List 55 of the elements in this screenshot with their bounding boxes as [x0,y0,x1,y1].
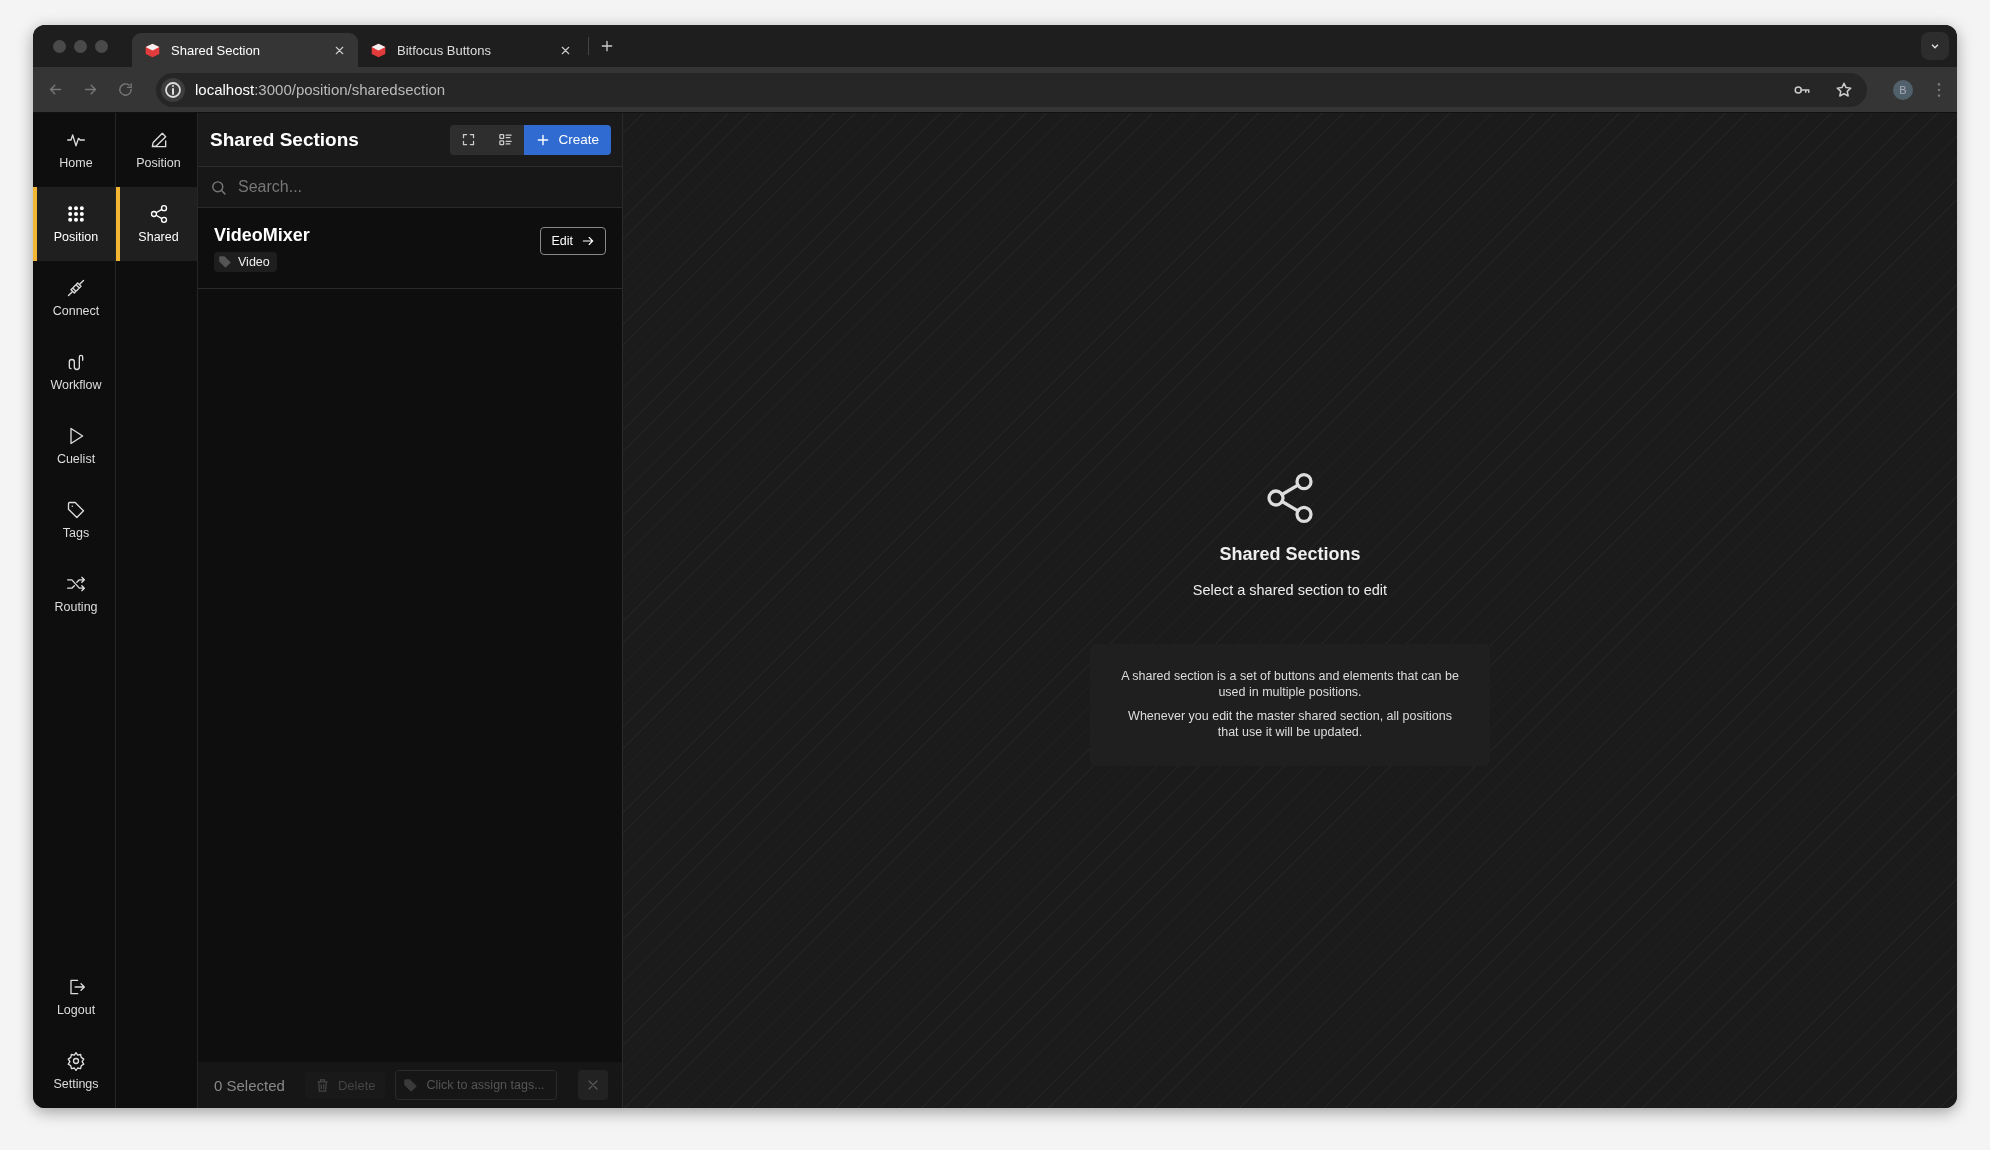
tag-icon [66,500,86,520]
info-text: Whenever you edit the master shared section, all positions that use it will be updated. [1127,707,1453,740]
fullscreen-icon [461,132,477,147]
list-view-button[interactable] [487,124,525,155]
nav-item[interactable]: Routing [33,557,115,631]
edit-button[interactable]: Edit [540,227,606,255]
browser-tab[interactable]: Shared Section [132,33,358,67]
fullscreen-button[interactable] [450,124,488,155]
create-button[interactable]: Create [524,124,611,155]
tag-field[interactable]: Click to assign tags... [395,1070,558,1100]
address-bar[interactable]: localhost:3000/position/sharedsection [156,72,1867,107]
nav-item[interactable]: Cuelist [33,409,115,483]
window-control[interactable] [53,39,66,53]
tab-search-button[interactable] [1921,32,1949,60]
info-text: A shared section is a set of buttons and elements that can be used in multiple positions. [1120,667,1460,700]
workflow-icon [66,352,86,372]
nav-item[interactable]: Settings [33,1034,115,1108]
search-field[interactable]: Search... [198,167,622,207]
info-icon[interactable] [161,77,185,102]
empty-subtitle: Select a shared section to edit [1192,581,1388,598]
window-control[interactable] [74,39,87,53]
share-icon [148,204,169,224]
nav-item[interactable]: Shared [116,187,197,261]
shuffle-icon [66,574,86,594]
nav-item[interactable]: Logout [33,960,115,1034]
list-icon [498,132,514,147]
reload-icon[interactable] [117,81,134,98]
selection-count: 0 Selected [214,1076,285,1094]
empty-title: Shared Sections [1219,543,1361,565]
panel-title: Shared Sections [210,128,359,151]
clear-button[interactable] [578,1070,608,1100]
arrow-right-icon [581,234,595,248]
tag-icon [218,255,232,269]
tag-chip: Video [214,252,277,272]
nav-item[interactable]: Tags [33,483,115,557]
nav-item[interactable]: Position [33,187,115,261]
more-icon[interactable] [1937,81,1941,98]
browser-tab[interactable]: Bitfocus Buttons [358,33,584,67]
plus-icon[interactable] [599,38,615,54]
plug-icon [66,278,86,298]
nav-item[interactable]: Home [33,113,115,187]
settings-icon [66,1051,86,1071]
nav-item[interactable]: Position [116,113,197,187]
list-item[interactable]: VideoMixer Video Edit [198,208,622,289]
grid-icon [66,204,86,224]
cube-icon [144,41,161,59]
nav-item[interactable]: Workflow [33,335,115,409]
star-icon[interactable] [1835,80,1853,99]
cube-icon [370,41,387,59]
item-name: VideoMixer [214,225,310,246]
window-control[interactable] [95,39,108,53]
url-text: localhost:3000/position/sharedsection [195,81,446,98]
plus-icon [536,132,551,147]
nav-item[interactable]: Connect [33,261,115,335]
tag-icon [403,1078,419,1093]
